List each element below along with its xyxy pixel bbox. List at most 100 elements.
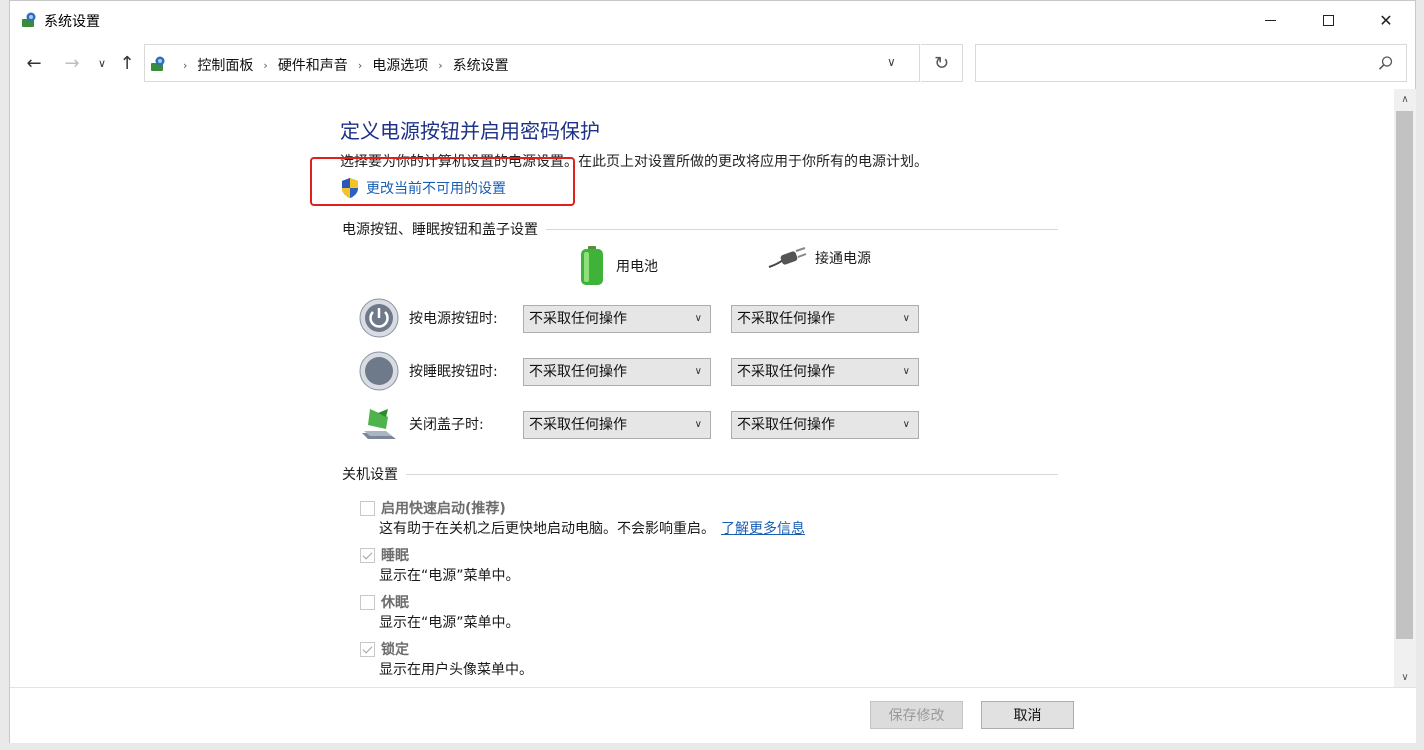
address-bar[interactable]: › 控制面板 › 硬件和声音 › 电源选项 › 系统设置 ∨ bbox=[144, 44, 920, 82]
battery-column-header: 用电池 bbox=[578, 245, 658, 287]
lid-close-label: 关闭盖子时: bbox=[409, 417, 484, 433]
select-value: 不采取任何操作 bbox=[529, 311, 627, 327]
fast-startup-desc-text: 这有助于在关机之后更快地启动电脑。不会影响重启。 bbox=[379, 521, 715, 537]
breadcrumb-hardware-sound[interactable]: 硬件和声音 bbox=[278, 55, 348, 75]
fast-startup-checkbox[interactable] bbox=[360, 500, 375, 516]
main-content: 定义电源按钮并启用密码保护 选择要为你的计算机设置的电源设置。在此页上对设置所做… bbox=[10, 89, 1394, 687]
lock-checkbox[interactable] bbox=[360, 641, 375, 657]
chevron-down-icon: ∨ bbox=[902, 313, 910, 324]
hibernate-description: 显示在“电源”菜单中。 bbox=[379, 615, 520, 631]
select-value: 不采取任何操作 bbox=[529, 364, 627, 380]
maximize-icon bbox=[1322, 14, 1334, 26]
battery-column-label: 用电池 bbox=[616, 259, 658, 275]
plugged-in-column-header: 接通电源 bbox=[767, 245, 871, 271]
scroll-down-button[interactable]: ∨ bbox=[1394, 667, 1416, 687]
learn-more-link[interactable]: 了解更多信息 bbox=[721, 521, 805, 537]
shutdown-section-title: 关机设置 bbox=[342, 467, 398, 483]
sleep-option[interactable]: 睡眠 bbox=[360, 545, 409, 565]
lid-close-row: 关闭盖子时: 不采取任何操作 ∨ 不采取任何操作 ∨ bbox=[358, 403, 928, 445]
hibernate-checkbox[interactable] bbox=[360, 594, 375, 610]
forward-button[interactable]: → bbox=[60, 51, 84, 75]
divider bbox=[406, 473, 1058, 475]
power-button-battery-select[interactable]: 不采取任何操作 ∨ bbox=[523, 305, 711, 333]
sleep-button-label: 按睡眠按钮时: bbox=[409, 364, 498, 380]
minimize-icon bbox=[1264, 19, 1276, 21]
footer: 保存修改 取消 bbox=[10, 687, 1416, 743]
fast-startup-label: 启用快速启动(推荐) bbox=[381, 501, 506, 517]
power-button-plugged-select[interactable]: 不采取任何操作 ∨ bbox=[731, 305, 919, 333]
plugged-in-column-label: 接通电源 bbox=[815, 251, 871, 267]
close-button[interactable]: ✕ bbox=[1357, 1, 1415, 39]
refresh-button[interactable]: ↻ bbox=[921, 44, 963, 82]
chevron-down-icon: ∨ bbox=[694, 366, 702, 377]
breadcrumb-power-options[interactable]: 电源选项 bbox=[372, 55, 428, 75]
power-icon bbox=[359, 298, 399, 338]
chevron-right-icon: › bbox=[183, 58, 188, 72]
highlight-box bbox=[310, 157, 575, 206]
sleep-button-battery-select[interactable]: 不采取任何操作 ∨ bbox=[523, 358, 711, 386]
lid-close-plugged-select[interactable]: 不采取任何操作 ∨ bbox=[731, 411, 919, 439]
chevron-right-icon[interactable]: › bbox=[358, 59, 362, 72]
navigation-bar: ← → ∨ ↑ › 控制面板 › 硬件和声音 › 电源选项 › 系统设置 ∨ ↻ bbox=[10, 41, 1415, 87]
back-arrow-icon: ← bbox=[26, 52, 42, 74]
sleep-button-row: 按睡眠按钮时: 不采取任何操作 ∨ 不采取任何操作 ∨ bbox=[358, 350, 928, 392]
chevron-right-icon[interactable]: › bbox=[263, 59, 267, 72]
title-bar: 系统设置 ✕ bbox=[10, 1, 1415, 39]
chevron-right-icon[interactable]: › bbox=[438, 59, 442, 72]
select-value: 不采取任何操作 bbox=[737, 311, 835, 327]
sleep-label: 睡眠 bbox=[381, 548, 409, 564]
chevron-down-icon: ∨ bbox=[902, 366, 910, 377]
chevron-down-icon: ∨ bbox=[694, 419, 702, 430]
power-button-row: 按电源按钮时: 不采取任何操作 ∨ 不采取任何操作 ∨ bbox=[358, 297, 928, 339]
lid-close-battery-select[interactable]: 不采取任何操作 ∨ bbox=[523, 411, 711, 439]
hibernate-label: 休眠 bbox=[381, 595, 409, 611]
power-buttons-section-title: 电源按钮、睡眠按钮和盖子设置 bbox=[342, 222, 538, 238]
lock-description: 显示在用户头像菜单中。 bbox=[379, 662, 533, 678]
sleep-checkbox[interactable] bbox=[360, 547, 375, 563]
lock-label: 锁定 bbox=[381, 642, 409, 658]
cancel-button[interactable]: 取消 bbox=[981, 701, 1074, 729]
scroll-thumb[interactable] bbox=[1396, 111, 1413, 639]
power-button-label: 按电源按钮时: bbox=[409, 311, 498, 327]
sleep-icon bbox=[359, 351, 399, 391]
minimize-button[interactable] bbox=[1241, 1, 1299, 39]
forward-arrow-icon: → bbox=[64, 52, 80, 74]
window: 系统设置 ✕ ← → ∨ ↑ › 控制面板 › 硬件和声音 › 电源选项 › 系… bbox=[9, 0, 1416, 743]
sleep-description: 显示在“电源”菜单中。 bbox=[379, 568, 520, 584]
chevron-down-icon: ∨ bbox=[902, 419, 910, 430]
address-history-dropdown[interactable]: ∨ bbox=[887, 55, 896, 69]
shutdown-section-header: 关机设置 bbox=[342, 464, 1058, 484]
scroll-up-button[interactable]: ∧ bbox=[1394, 89, 1416, 109]
save-changes-button[interactable]: 保存修改 bbox=[870, 701, 963, 729]
window-title: 系统设置 bbox=[44, 14, 100, 30]
control-panel-icon bbox=[151, 56, 165, 71]
up-button[interactable]: ↑ bbox=[115, 51, 139, 75]
maximize-button[interactable] bbox=[1299, 1, 1357, 39]
chevron-down-icon: ∨ bbox=[694, 313, 702, 324]
page-title: 定义电源按钮并启用密码保护 bbox=[340, 119, 600, 143]
chevron-down-icon: ∨ bbox=[1401, 671, 1409, 683]
refresh-icon: ↻ bbox=[933, 52, 950, 74]
search-icon bbox=[1378, 56, 1393, 70]
chevron-up-icon: ∧ bbox=[1401, 93, 1409, 105]
power-buttons-section-header: 电源按钮、睡眠按钮和盖子设置 bbox=[342, 219, 1058, 239]
recent-locations-button[interactable]: ∨ bbox=[90, 51, 114, 75]
breadcrumb-control-panel[interactable]: 控制面板 bbox=[197, 55, 253, 75]
select-value: 不采取任何操作 bbox=[529, 417, 627, 433]
back-button[interactable]: ← bbox=[22, 51, 46, 75]
breadcrumb: › 控制面板 › 硬件和声音 › 电源选项 › 系统设置 bbox=[173, 55, 509, 75]
breadcrumb-system-settings[interactable]: 系统设置 bbox=[453, 55, 509, 75]
divider bbox=[546, 228, 1058, 230]
lock-option[interactable]: 锁定 bbox=[360, 639, 409, 659]
sleep-button-plugged-select[interactable]: 不采取任何操作 ∨ bbox=[731, 358, 919, 386]
control-panel-icon bbox=[22, 12, 36, 27]
lid-icon bbox=[362, 409, 396, 439]
select-value: 不采取任何操作 bbox=[737, 364, 835, 380]
up-arrow-icon: ↑ bbox=[119, 52, 135, 74]
hibernate-option[interactable]: 休眠 bbox=[360, 592, 409, 612]
select-value: 不采取任何操作 bbox=[737, 417, 835, 433]
chevron-down-icon: ∨ bbox=[97, 56, 107, 70]
vertical-scrollbar[interactable]: ∧ ∨ bbox=[1394, 89, 1416, 687]
fast-startup-option[interactable]: 启用快速启动(推荐) bbox=[360, 498, 506, 518]
search-box[interactable] bbox=[975, 44, 1407, 82]
